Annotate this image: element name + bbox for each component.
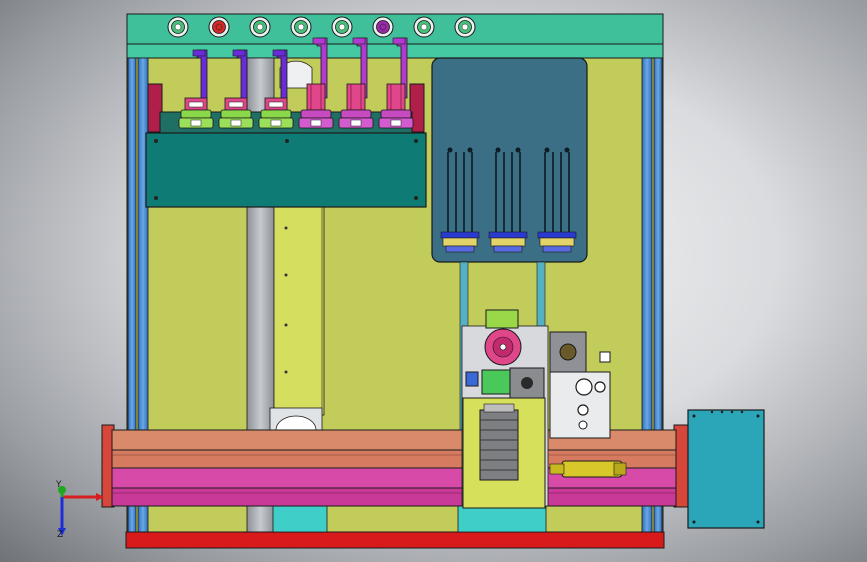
vertical-carriage-left [273, 204, 325, 416]
base-plate [125, 531, 665, 549]
motor-mount-plate [485, 309, 519, 329]
panel-button-3[interactable] [249, 16, 271, 38]
triad-z-label: Z [57, 530, 64, 540]
green-bracket [481, 369, 513, 395]
panel-button-8[interactable] [454, 16, 476, 38]
cylinder-body [561, 460, 623, 478]
panel-button-2[interactable] [208, 16, 230, 38]
panel-button-6[interactable] [372, 16, 394, 38]
panel-button-5[interactable] [331, 16, 353, 38]
base-foot-left [272, 505, 328, 533]
panel-button-7[interactable] [413, 16, 435, 38]
axis-triad [58, 486, 104, 536]
rail-bottom-band [111, 487, 677, 507]
panel-button-1[interactable] [167, 16, 189, 38]
blue-switch [465, 371, 479, 387]
gripper-cover-plate [145, 132, 427, 208]
panel-button-4[interactable] [290, 16, 312, 38]
control-box [687, 409, 765, 529]
base-foot-right [457, 505, 547, 533]
cad-assembly-view [58, 13, 765, 549]
control-box-body [687, 409, 765, 529]
triad-y-label: Y [56, 480, 62, 490]
cylinder-rod [549, 463, 565, 475]
